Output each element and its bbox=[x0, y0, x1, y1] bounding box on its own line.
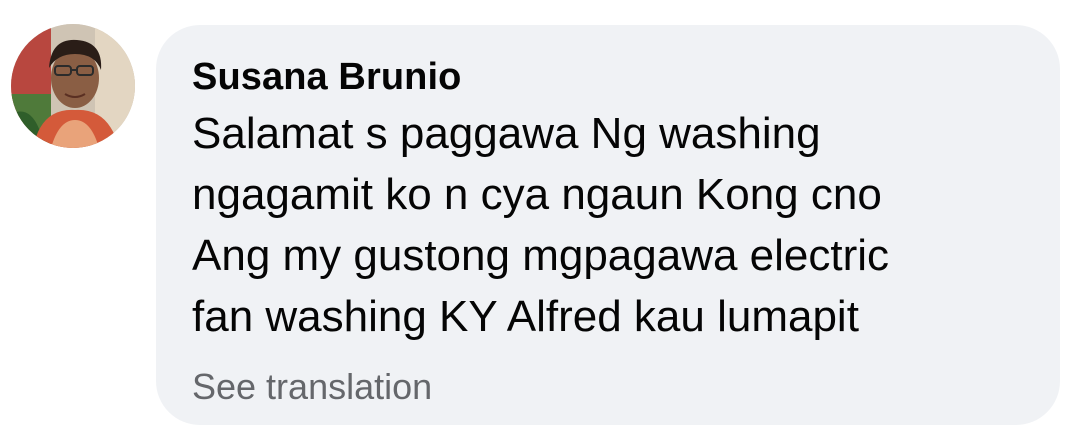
user-avatar[interactable] bbox=[11, 24, 135, 148]
comment-text-line: Salamat s paggawa Ng washing bbox=[192, 109, 821, 158]
comment-text: Salamat s paggawa Ng washing ngagamit ko… bbox=[192, 103, 1024, 347]
comment-bubble: Susana Brunio Salamat s paggawa Ng washi… bbox=[156, 25, 1060, 425]
comment-text-line: ngagamit ko n cya ngaun Kong cno bbox=[192, 170, 882, 219]
comment: Susana Brunio Salamat s paggawa Ng washi… bbox=[0, 0, 1080, 429]
comment-text-line: Ang my gustong mgpagawa electric bbox=[192, 231, 890, 280]
avatar-photo-icon bbox=[11, 24, 135, 148]
see-translation-link[interactable]: See translation bbox=[192, 365, 432, 409]
comment-text-line: fan washing KY Alfred kau lumapit bbox=[192, 292, 859, 341]
comment-author[interactable]: Susana Brunio bbox=[192, 55, 1024, 99]
